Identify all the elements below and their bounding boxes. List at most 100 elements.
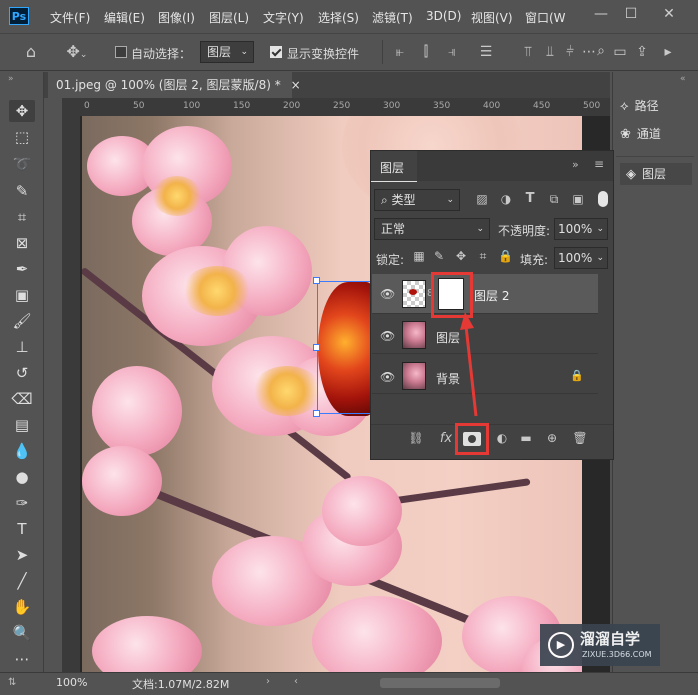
patch-tool-icon[interactable]: ▣ (9, 284, 35, 306)
align-middle-icon[interactable]: ⫫ (542, 44, 558, 60)
align-center-icon[interactable]: ⫿ (418, 44, 434, 60)
workspace-icon[interactable]: ▭ (612, 44, 628, 60)
menu-select[interactable]: 选择(S) (318, 9, 359, 26)
options-more-icon[interactable]: ▸ (660, 44, 676, 60)
lock-transparent-icon[interactable]: ▦ (412, 249, 426, 263)
quick-select-tool-icon[interactable]: ✎ (9, 180, 35, 202)
zoom-tool-icon[interactable]: 🔍 (9, 622, 35, 644)
more-tools-icon[interactable]: ⋯ (9, 648, 35, 670)
new-layer-icon[interactable]: ⊕ (544, 431, 560, 445)
history-brush-tool-icon[interactable]: ↺ (9, 362, 35, 384)
filter-adjustment-icon[interactable]: ◑ (498, 192, 514, 206)
distribute-icon[interactable]: ☰ (478, 44, 494, 60)
lock-all-icon[interactable]: 🔒 (498, 249, 513, 263)
visibility-eye-icon[interactable]: 👁 (380, 370, 395, 384)
align-top-icon[interactable]: ⫪ (520, 44, 536, 60)
visibility-eye-icon[interactable]: 👁 (380, 329, 395, 343)
move-tool-icon[interactable]: ✥ (9, 100, 35, 122)
auto-select-checkbox[interactable] (115, 46, 127, 58)
home-icon[interactable]: ⌂ (20, 42, 42, 62)
align-left-icon[interactable]: ⫦ (392, 44, 408, 60)
horizontal-scrollbar[interactable] (380, 678, 500, 688)
maximize-button[interactable]: ☐ (618, 3, 644, 25)
visibility-eye-icon[interactable]: 👁 (380, 287, 395, 301)
menu-file[interactable]: 文件(F) (50, 9, 90, 26)
move-tool-options-icon[interactable]: ✥⌄ (62, 42, 92, 62)
align-bottom-icon[interactable]: ⫩ (562, 44, 578, 60)
frame-tool-icon[interactable]: ⊠ (9, 232, 35, 254)
close-button[interactable]: ✕ (656, 3, 682, 25)
adjustment-layer-icon[interactable]: ◐ (494, 431, 510, 445)
channels-panel-button[interactable]: ❀ 通道 (620, 123, 692, 145)
dodge-tool-icon[interactable]: ● (9, 466, 35, 488)
marquee-tool-icon[interactable]: ⬚ (9, 126, 35, 148)
filter-pixel-icon[interactable]: ▨ (474, 192, 490, 206)
layer-name[interactable]: 图层 (436, 329, 460, 346)
layer-name[interactable]: 图层 2 (474, 287, 509, 304)
fill-input[interactable]: 100% ⌄ (554, 247, 608, 269)
filter-shape-icon[interactable]: ⧉ (546, 192, 562, 207)
lock-position-icon[interactable]: ✥ (454, 249, 468, 263)
link-layers-icon[interactable]: ⛓ (408, 431, 424, 445)
status-menu-icon[interactable]: › (266, 676, 270, 687)
menu-image[interactable]: 图像(I) (158, 9, 195, 26)
layer-filter-dropdown[interactable]: ⌕ 类型 ⌄ (374, 189, 460, 211)
eyedropper-tool-icon[interactable]: ✒ (9, 258, 35, 280)
auto-select-target-dropdown[interactable]: 图层 ⌄ (200, 41, 254, 63)
group-folder-icon[interactable]: ▬ (518, 431, 534, 445)
layers-panel-button[interactable]: ◈ 图层 (620, 163, 692, 185)
lock-image-icon[interactable]: ✎ (432, 249, 446, 263)
eraser-tool-icon[interactable]: ⌫ (9, 388, 35, 410)
paths-panel-button[interactable]: ⟡ 路径 (620, 95, 692, 117)
transform-handle[interactable] (313, 277, 320, 284)
menu-3d[interactable]: 3D(D) (426, 9, 461, 23)
menu-type[interactable]: 文字(Y) (263, 9, 304, 26)
stamp-tool-icon[interactable]: ⊥ (9, 336, 35, 358)
zoom-level[interactable]: 100% (56, 676, 87, 689)
transform-handle[interactable] (313, 344, 320, 351)
path-select-tool-icon[interactable]: ➤ (9, 544, 35, 566)
menu-window[interactable]: 窗口(W (525, 9, 566, 26)
transform-handle[interactable] (313, 410, 320, 417)
document-tab[interactable]: 01.jpeg @ 100% (图层 2, 图层蒙版/8) * × (48, 72, 301, 98)
blur-tool-icon[interactable]: 💧 (9, 440, 35, 462)
panel-menu-icon[interactable]: ≡ (594, 157, 604, 171)
share-icon[interactable]: ⇪ (634, 44, 650, 60)
rotate-view-icon[interactable]: ⇅ (8, 677, 16, 688)
filter-toggle[interactable] (598, 191, 608, 207)
vertical-ruler[interactable] (62, 116, 80, 672)
line-tool-icon[interactable]: ╱ (9, 570, 35, 592)
show-transform-checkbox[interactable] (270, 46, 282, 58)
ruler-origin[interactable] (62, 98, 80, 116)
filter-smart-object-icon[interactable]: ▣ (570, 192, 586, 206)
layer-name[interactable]: 背景 (436, 370, 460, 387)
brush-tool-icon[interactable]: 🖌 (9, 310, 35, 332)
type-tool-icon[interactable]: T (9, 518, 35, 540)
menu-edit[interactable]: 编辑(E) (104, 9, 145, 26)
menu-view[interactable]: 视图(V) (471, 9, 513, 26)
lock-artboard-icon[interactable]: ⌗ (476, 249, 490, 264)
menu-filter[interactable]: 滤镜(T) (372, 9, 413, 26)
fx-icon[interactable]: fx (436, 431, 456, 446)
hand-tool-icon[interactable]: ✋ (9, 596, 35, 618)
gradient-tool-icon[interactable]: ▤ (9, 414, 35, 436)
scroll-left-icon[interactable]: ‹ (294, 676, 298, 687)
opacity-input[interactable]: 100% ⌄ (554, 218, 608, 240)
document-info[interactable]: 文档:1.07M/2.82M (132, 676, 229, 692)
menu-layer[interactable]: 图层(L) (209, 9, 249, 26)
delete-layer-icon[interactable]: 🗑 (572, 431, 588, 445)
blend-mode-dropdown[interactable]: 正常 ⌄ (374, 218, 490, 240)
add-mask-button[interactable] (463, 432, 481, 446)
pen-tool-icon[interactable]: ✑ (9, 492, 35, 514)
collapse-dock-icon[interactable]: « (680, 74, 686, 84)
search-icon[interactable]: ⌕ (594, 43, 608, 59)
collapse-toolbar-icon[interactable]: » (8, 74, 14, 84)
align-right-icon[interactable]: ⫣ (444, 44, 460, 60)
crop-tool-icon[interactable]: ⌗ (9, 206, 35, 228)
close-tab-icon[interactable]: × (291, 78, 301, 92)
layer-mask-thumbnail[interactable] (438, 278, 464, 310)
lasso-tool-icon[interactable]: ➰ (9, 153, 35, 175)
panel-collapse-icon[interactable]: » (572, 158, 579, 171)
filter-type-icon[interactable]: T (522, 191, 538, 206)
minimize-button[interactable]: — (588, 3, 614, 25)
